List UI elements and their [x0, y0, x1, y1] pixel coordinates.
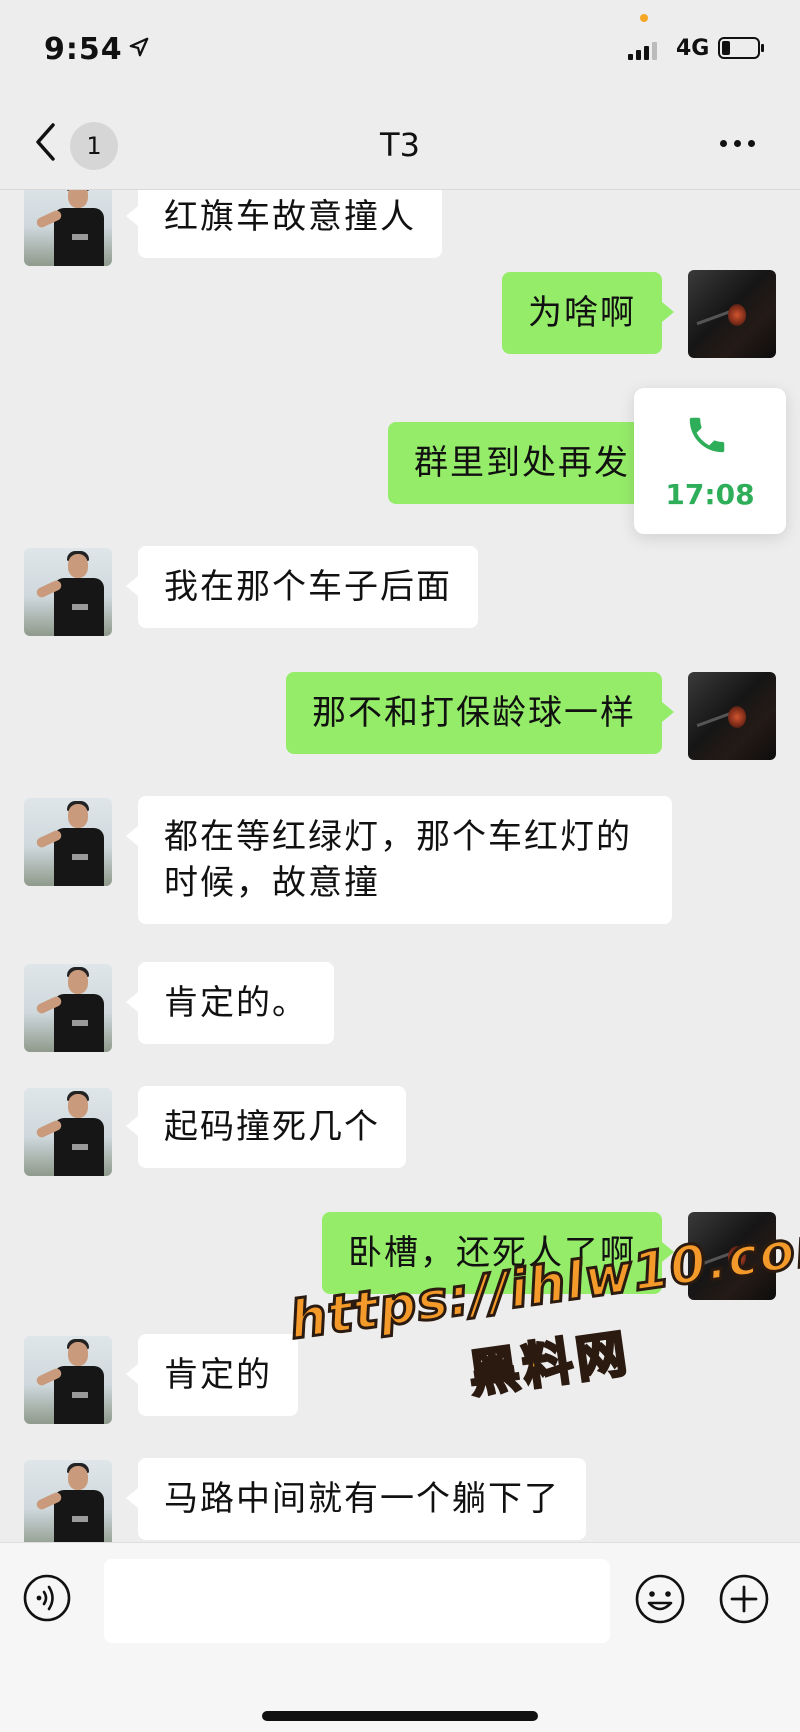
emoji-icon[interactable] [634, 1573, 686, 1625]
chat-title: T3 [380, 126, 420, 164]
message-bubble-incoming[interactable]: 红旗车故意撞人 [126, 190, 442, 258]
message-bubble-incoming[interactable]: 马路中间就有一个躺下了 [126, 1458, 586, 1540]
chat-header: 1 T3 [0, 100, 800, 190]
status-time: 9:54 [44, 32, 123, 67]
message-bubble-incoming[interactable]: 起码撞死几个 [126, 1086, 406, 1168]
contact-avatar[interactable] [24, 190, 112, 266]
contact-avatar[interactable] [24, 964, 112, 1052]
more-dots-icon[interactable] [720, 140, 755, 147]
contact-avatar[interactable] [24, 1088, 112, 1176]
battery-icon [718, 37, 764, 59]
message-bubble-incoming[interactable]: 肯定的。 [126, 962, 334, 1044]
message-bubble-incoming[interactable]: 我在那个车子后面 [126, 546, 478, 628]
contact-avatar[interactable] [24, 1336, 112, 1424]
location-arrow-icon [129, 37, 149, 57]
privacy-indicator-dot [640, 14, 648, 22]
contact-avatar[interactable] [24, 798, 112, 886]
message-bubble-incoming[interactable]: 都在等红绿灯，那个车红灯的时候，故意撞 [126, 796, 672, 924]
message-bubble-incoming[interactable]: 肯定的 [126, 1334, 298, 1416]
message-bubble-outgoing[interactable]: 那不和打保龄球一样 [286, 672, 674, 754]
network-type: 4G [676, 36, 710, 61]
message-bubble-outgoing[interactable]: 卧槽，还死人了啊 [322, 1212, 674, 1294]
contact-avatar[interactable] [24, 1460, 112, 1542]
self-avatar[interactable] [688, 1212, 776, 1300]
message-bubble-outgoing[interactable]: 为啥啊 [502, 272, 674, 354]
message-input-bar [0, 1542, 800, 1732]
plus-icon[interactable] [718, 1573, 770, 1625]
signal-bars-icon [628, 40, 657, 60]
self-avatar[interactable] [688, 270, 776, 358]
message-text-input[interactable] [104, 1559, 610, 1643]
home-indicator[interactable] [262, 1711, 538, 1721]
message-list[interactable]: 红旗车故意撞人 为啥啊 群里到处再发 17:08 我在那个车子后面 那不和打保龄… [0, 190, 800, 1542]
voice-icon[interactable] [22, 1573, 72, 1623]
contact-avatar[interactable] [24, 548, 112, 636]
status-bar: 9:54 4G [0, 0, 800, 100]
phone-icon [689, 417, 725, 453]
voice-call-floating-card[interactable]: 17:08 [634, 388, 786, 534]
call-duration: 17:08 [665, 478, 755, 511]
self-avatar[interactable] [688, 672, 776, 760]
